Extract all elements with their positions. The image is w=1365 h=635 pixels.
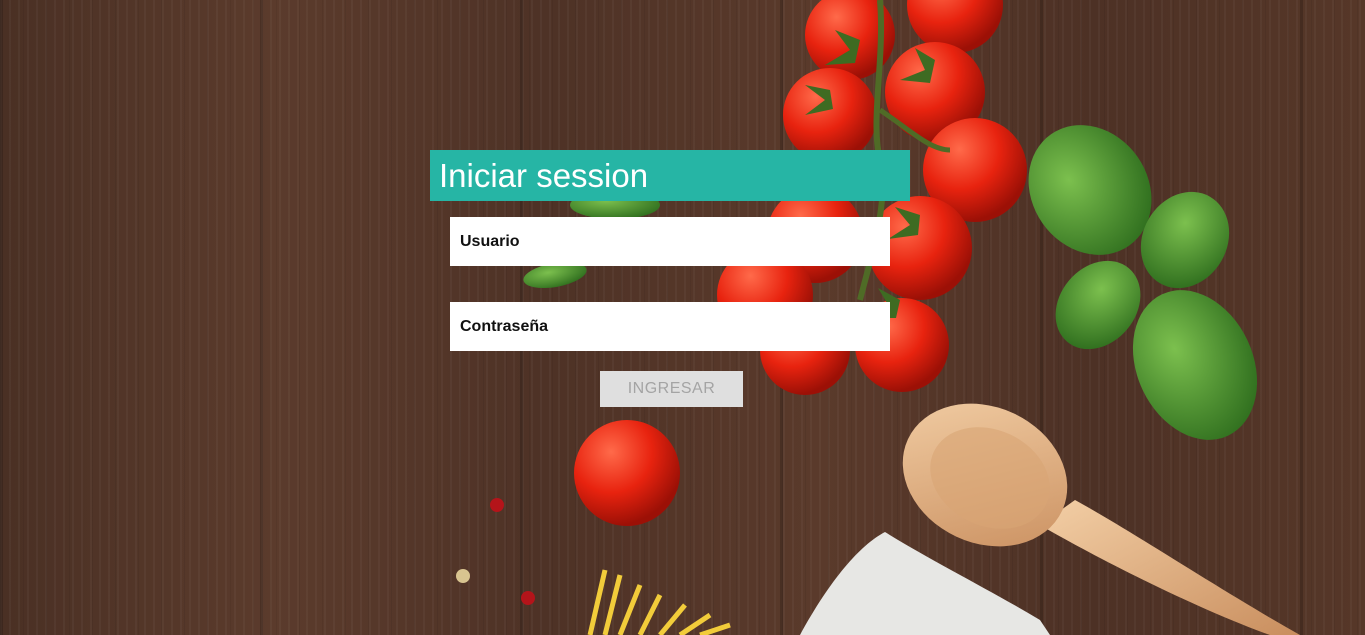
- submit-button[interactable]: INGRESAR: [600, 371, 743, 407]
- login-panel: Iniciar session INGRESAR: [430, 150, 910, 410]
- spaghetti: [587, 569, 731, 635]
- password-input[interactable]: [450, 302, 890, 351]
- username-input[interactable]: [450, 217, 890, 266]
- login-title: Iniciar session: [430, 150, 910, 201]
- cloth-napkin: [800, 532, 1050, 635]
- tomato: [574, 420, 680, 526]
